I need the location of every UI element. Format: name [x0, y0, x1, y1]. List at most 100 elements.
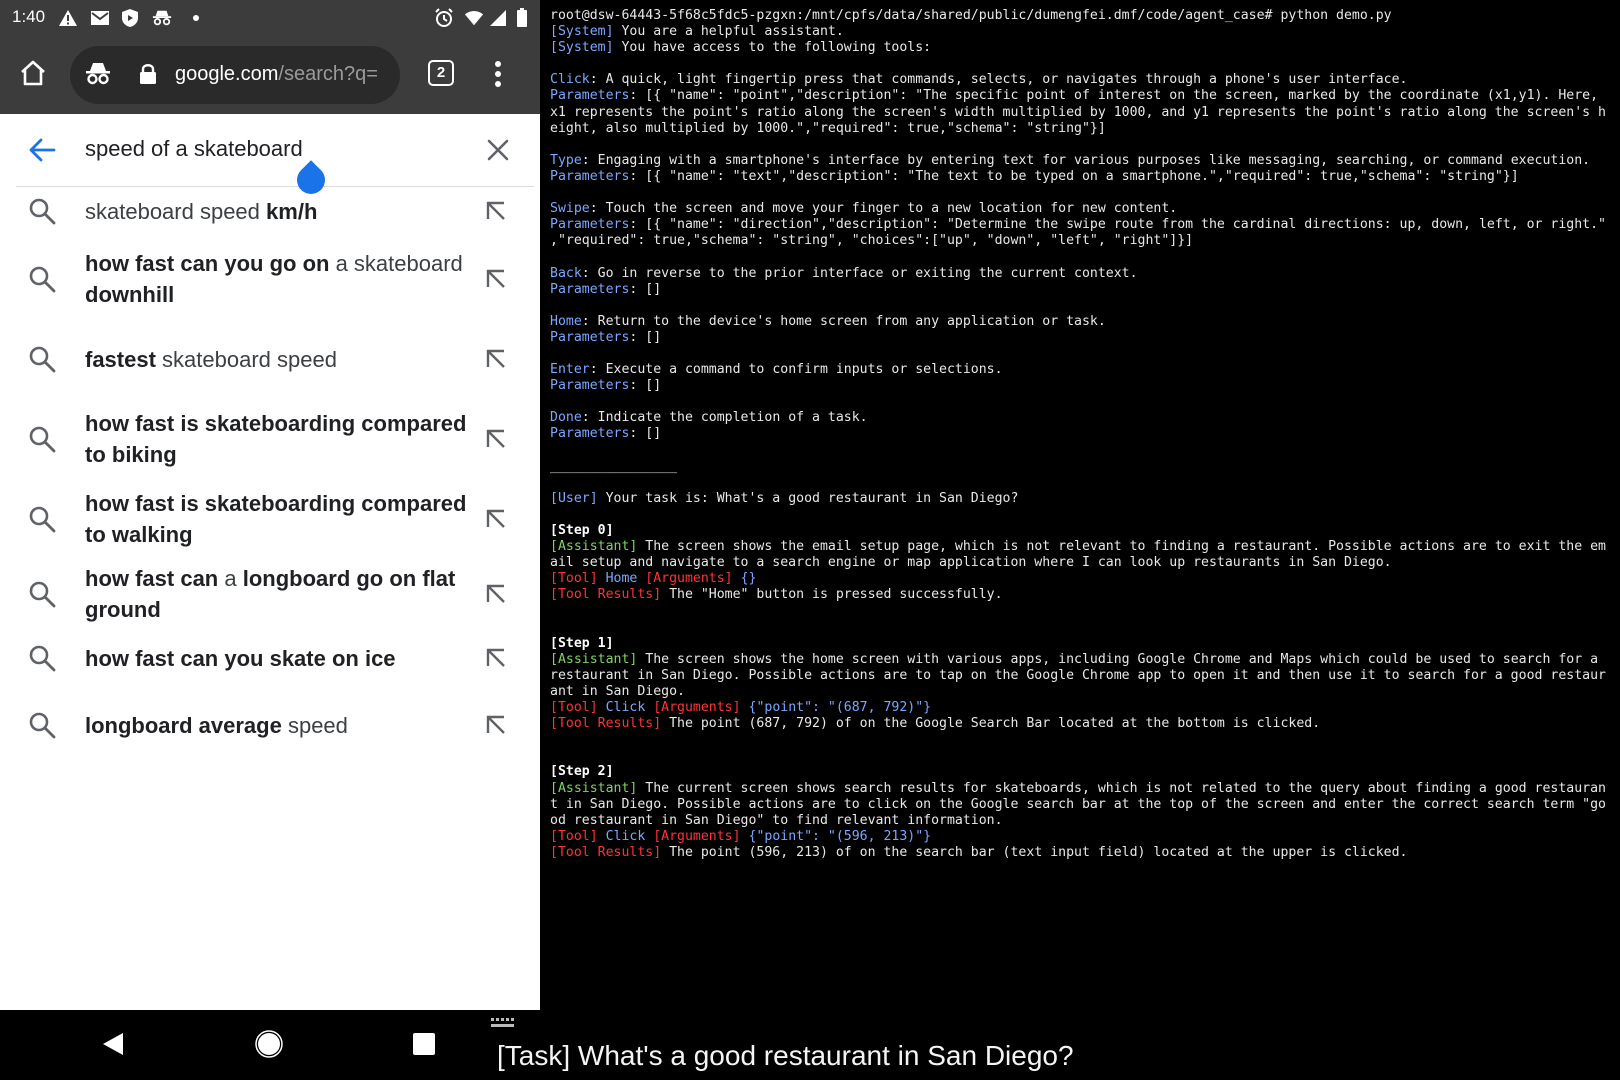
terminal-text: Parameters — [550, 426, 630, 442]
search-icon — [28, 711, 56, 739]
terminal-text: : [] — [629, 378, 662, 394]
suggestion-item[interactable]: longboard average speed — [0, 702, 540, 748]
suggestion-text-part: how fast can — [85, 566, 219, 591]
terminal-line: [Step 1] — [550, 636, 1618, 652]
terminal-line: Parameters: [{ "name": "direction","desc… — [550, 217, 1618, 233]
system-nav-bar — [0, 1010, 540, 1080]
fill-query-arrow-icon[interactable] — [484, 427, 508, 451]
suggestion-item[interactable]: how fast can you skate on ice — [0, 635, 540, 681]
omnibox[interactable]: google.com/search?q= — [70, 46, 400, 104]
search-icon — [28, 197, 56, 225]
terminal-text: t in San Diego. Possible actions are to … — [550, 796, 1606, 812]
fill-query-arrow-icon[interactable] — [484, 347, 508, 371]
suggestion-item[interactable]: fastest skateboard speed — [0, 336, 540, 382]
terminal-text: [Tool Results] — [550, 844, 662, 860]
terminal-text: [Step 1] — [550, 635, 614, 651]
fill-query-arrow-icon[interactable] — [484, 199, 508, 223]
terminal-line: Parameters: [] — [550, 378, 1618, 394]
terminal-text: Parameters — [550, 217, 630, 233]
terminal-text: [Tool] — [550, 828, 598, 844]
terminal-text: : A quick, light fingertip press that co… — [589, 72, 1408, 88]
terminal-text: : Indicate the completion of a task. — [581, 410, 868, 426]
terminal-text: : Touch the screen and move your finger … — [589, 201, 1178, 217]
terminal-text: [Arguments] — [653, 700, 741, 716]
suggestion-text-part: skateboard speed — [85, 199, 267, 224]
fill-query-arrow-icon[interactable] — [484, 507, 508, 531]
terminal-line: ail setup and navigate to a search engin… — [550, 555, 1618, 571]
search-divider — [16, 186, 534, 187]
terminal-line: t in San Diego. Possible actions are to … — [550, 797, 1618, 813]
clear-icon[interactable] — [486, 138, 510, 166]
terminal-line: [Assistant] The screen shows the email s… — [550, 539, 1618, 555]
suggestion-item[interactable]: how fast is skateboarding compared to bi… — [0, 400, 540, 478]
terminal-text: : Return to the device's home screen fro… — [581, 313, 1106, 329]
terminal-text: The screen shows the email setup page, w… — [637, 539, 1606, 555]
terminal-text: The current screen shows search results … — [637, 780, 1606, 796]
terminal-line: Done: Indicate the completion of a task. — [550, 410, 1618, 426]
suggestion-text: how fast is skateboarding compared to bi… — [85, 408, 475, 470]
terminal-text: Parameters — [550, 281, 630, 297]
terminal-line: Type: Engaging with a smartphone's inter… — [550, 153, 1618, 169]
terminal-text: Swipe — [550, 201, 590, 217]
nav-recents-icon[interactable] — [413, 1033, 435, 1059]
suggestion-text: how fast can you go on a skateboard down… — [85, 248, 475, 310]
suggestion-text-part: how fast is skateboarding compared to wa… — [85, 491, 467, 547]
terminal-line: Enter: Execute a command to confirm inpu… — [550, 362, 1618, 378]
incognito-icon — [84, 61, 112, 91]
terminal-line: [Tool] Click [Arguments] {"point": "(596… — [550, 829, 1618, 845]
terminal-window[interactable]: root@dsw-64443-5f68c5fdc5-pzgxn:/mnt/cpf… — [540, 0, 1620, 1080]
terminal-text: [Tool Results] — [550, 716, 662, 732]
terminal-text: Parameters — [550, 378, 630, 394]
fill-query-arrow-icon[interactable] — [484, 582, 508, 606]
suggestion-item[interactable]: how fast can you go on a skateboard down… — [0, 240, 540, 318]
back-arrow-icon[interactable] — [28, 137, 56, 167]
terminal-text: Parameters — [550, 88, 630, 104]
terminal-line: root@dsw-64443-5f68c5fdc5-pzgxn:/mnt/cpf… — [550, 8, 1618, 24]
nav-home-icon[interactable] — [255, 1030, 283, 1062]
terminal-text: [System] — [550, 40, 614, 56]
suggestion-text: how fast is skateboarding compared to wa… — [85, 488, 475, 550]
suggestion-item[interactable]: how fast can a longboard go on flat grou… — [0, 555, 540, 633]
fill-query-arrow-icon[interactable] — [484, 267, 508, 291]
url-text: google.com/search?q= — [175, 63, 395, 86]
terminal-text: [Assistant] — [550, 539, 638, 555]
search-input[interactable]: speed of a skateboard — [85, 136, 303, 162]
fill-query-arrow-icon[interactable] — [484, 646, 508, 670]
gmail-icon — [90, 8, 110, 28]
terminal-text: : [] — [629, 281, 662, 297]
terminal-line: [Tool Results] The "Home" button is pres… — [550, 587, 1618, 603]
fill-query-arrow-icon[interactable] — [484, 713, 508, 737]
home-icon[interactable] — [18, 58, 48, 92]
warning-icon — [58, 8, 78, 28]
suggestion-text: fastest skateboard speed — [85, 344, 475, 375]
suggestion-text-part: km/h — [266, 199, 318, 224]
search-icon — [28, 425, 56, 453]
terminal-line: Parameters: [] — [550, 330, 1618, 346]
terminal-text: : [{ "name": "point","description": "The… — [629, 88, 1599, 104]
lock-icon[interactable] — [139, 63, 157, 89]
terminal-line: [Assistant] The screen shows the home sc… — [550, 652, 1618, 668]
suggestion-item[interactable]: skateboard speed km/h — [0, 188, 540, 234]
terminal-text: Done — [550, 410, 582, 426]
search-box[interactable]: speed of a skateboard — [0, 114, 540, 186]
more-vert-icon[interactable] — [494, 60, 502, 92]
terminal-text: restaurant in San Diego. Possible action… — [550, 667, 1606, 683]
suggestion-text-part: how fast can you skate on ice — [85, 646, 396, 671]
terminal-line: x1 represents the point's ratio along th… — [550, 105, 1618, 121]
suggestion-item[interactable]: how fast is skateboarding compared to wa… — [0, 480, 540, 558]
terminal-text: eight, also multiplied by 1000.","requir… — [550, 120, 1106, 136]
suggestion-text-part: downhill — [85, 282, 175, 307]
nav-back-icon[interactable] — [102, 1032, 124, 1060]
suggestion-text-part: how fast is skateboarding compared to bi… — [85, 411, 467, 467]
keyboard-icon[interactable] — [490, 1014, 516, 1033]
terminal-text: The point (596, 213) of on the search ba… — [661, 844, 1408, 860]
terminal-line: eight, also multiplied by 1000.","requir… — [550, 121, 1618, 137]
dot-icon — [186, 8, 206, 28]
terminal-text: Type — [550, 152, 582, 168]
terminal-text: [Tool Results] — [550, 587, 662, 603]
tab-switcher-icon[interactable]: 2 — [428, 60, 454, 86]
terminal-text: [Tool] — [550, 571, 598, 587]
